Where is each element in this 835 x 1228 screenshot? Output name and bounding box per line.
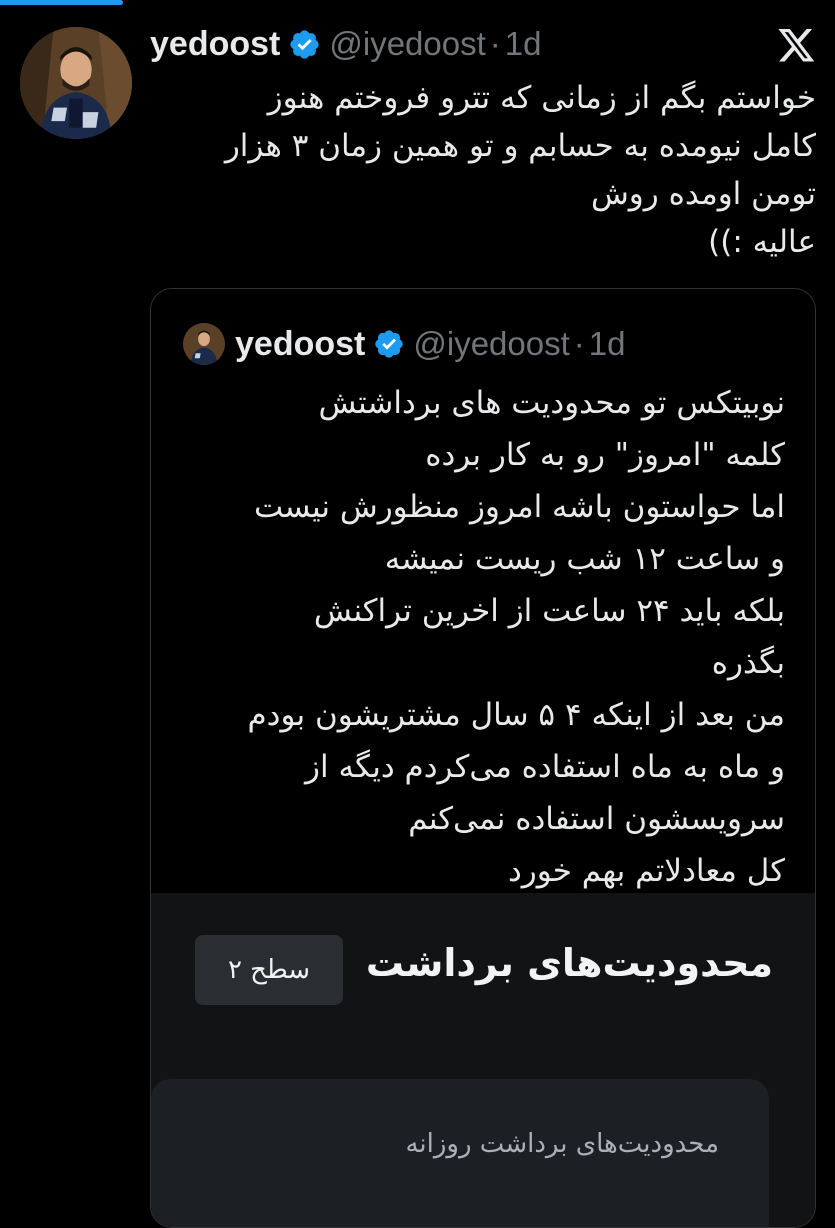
quoted-text-line: بلکه باید ۲۴ ساعت از اخرین تراکنش xyxy=(313,593,785,629)
quoted-text-line: کلمه "امروز" رو به کار برده xyxy=(425,437,785,473)
quoted-author-handle[interactable]: @iyedoost xyxy=(413,325,569,363)
daily-limits-card: محدودیت‌های برداشت روزانه xyxy=(151,1079,769,1227)
quoted-text-line: و ساعت ۱۲ شب ریست نمیشه xyxy=(384,541,785,577)
tweet-header: yedoost @iyedoost · 1d xyxy=(150,22,542,66)
quoted-text-line: من بعد از اینکه ۴ ۵ سال مشتریشون بودم xyxy=(247,697,785,733)
daily-limits-label: محدودیت‌های برداشت روزانه xyxy=(405,1129,719,1159)
author-handle[interactable]: @iyedoost xyxy=(329,25,485,63)
quoted-tweet-card[interactable]: yedoost @iyedoost · 1d نوبیتکس تو محدودی… xyxy=(150,288,816,1228)
quoted-tweet-header: yedoost @iyedoost · 1d xyxy=(183,322,626,366)
quoted-text-line: اما حواستون باشه امروز منظورش نیست xyxy=(253,489,785,525)
quoted-tweet-text: نوبیتکس تو محدودیت های برداشتش کلمه "امر… xyxy=(175,377,785,897)
quoted-text-line: و ماه به ماه استفاده می‌کردم دیگه از xyxy=(305,749,785,785)
tweet-text-line: خواستم بگم از زمانی که تترو فروختم هنوز xyxy=(267,80,816,116)
level-badge: سطح ۲ xyxy=(195,935,343,1005)
author-display-name[interactable]: yedoost xyxy=(150,25,280,64)
separator-dot: · xyxy=(573,325,585,362)
verified-badge-icon xyxy=(373,328,405,360)
quoted-text-line: نوبیتکس تو محدودیت های برداشتش xyxy=(318,385,785,421)
tweet-text-line: عالیه :)) xyxy=(708,224,816,260)
tweet-text: خواستم بگم از زمانی که تترو فروختم هنوز … xyxy=(150,74,816,266)
avatar-photo xyxy=(20,27,132,139)
tweet-timestamp[interactable]: 1d xyxy=(505,25,542,63)
verified-badge-icon xyxy=(288,28,321,61)
quoted-author-display-name[interactable]: yedoost xyxy=(235,325,365,364)
x-logo-icon[interactable] xyxy=(778,29,816,63)
separator-dot: · xyxy=(489,25,501,62)
quoted-text-line: سرویسشون استفاده نمی‌کنم xyxy=(408,801,785,837)
avatar[interactable] xyxy=(20,27,132,139)
quoted-text-line: بگذره xyxy=(711,645,785,681)
quoted-tweet-timestamp[interactable]: 1d xyxy=(589,325,626,363)
tweet-text-line: تومن اومده روش xyxy=(590,176,816,212)
quoted-text-line: کل معادلاتم بهم خورد xyxy=(507,853,785,889)
tweet-text-line: کامل نیومده به حسابم و تو همین زمان ۳ هز… xyxy=(224,128,816,164)
embedded-screenshot-image[interactable]: محدودیت‌های برداشت سطح ۲ محدودیت‌های برد… xyxy=(151,893,815,1227)
quoted-avatar xyxy=(183,323,225,365)
top-progress-indicator xyxy=(0,0,123,5)
withdrawal-limits-title: محدودیت‌های برداشت xyxy=(365,941,773,985)
